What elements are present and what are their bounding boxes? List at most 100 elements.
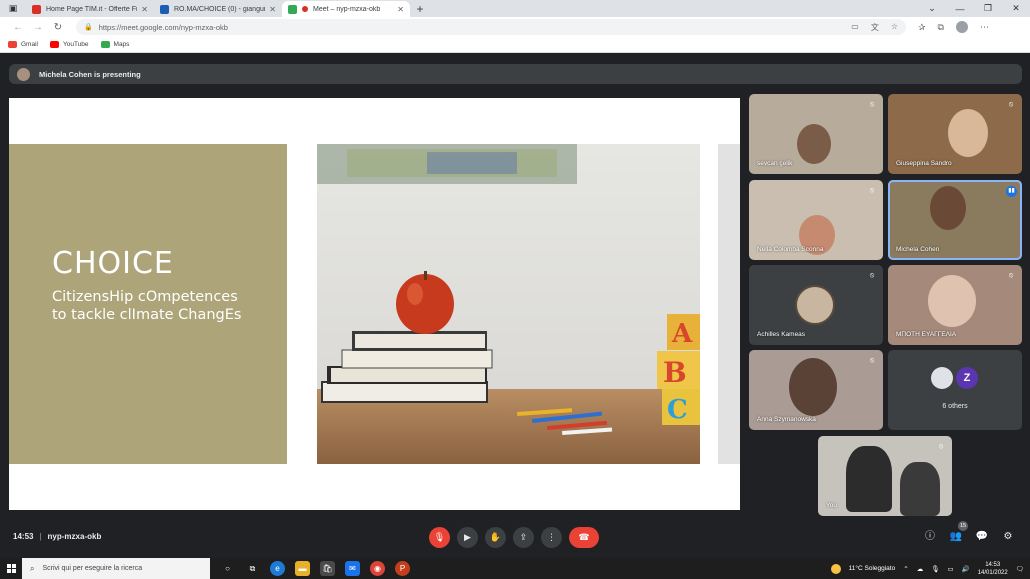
taskbar-search[interactable]: ⌕ Scrivi qui per eseguire la ricerca [22, 558, 210, 579]
reload-icon[interactable]: ↻ [48, 22, 68, 33]
weather-sun-icon[interactable] [830, 563, 841, 574]
tab-roma-choice[interactable]: RO.MA/CHOICE (0) - gianguido ✕ [154, 1, 282, 17]
forward-icon[interactable]: → [28, 22, 48, 33]
maximize-icon[interactable]: ❐ [974, 3, 1002, 14]
task-view-icon[interactable]: ⧉ [245, 561, 260, 576]
participant-tile-michela[interactable]: ▮▮ Michela Cohen [888, 180, 1022, 260]
people-icon[interactable]: 👥 [949, 530, 963, 544]
participant-video [930, 186, 966, 230]
meeting-info-icon[interactable]: ⓘ [923, 530, 937, 544]
more-menu-icon[interactable]: ⋯ [980, 22, 989, 33]
mic-off-icon: ⦸ [869, 101, 875, 108]
back-icon[interactable]: ← [8, 22, 28, 33]
participant-video [789, 358, 837, 416]
browser-toolbar: ← → ↻ 🔒 https://meet.google.com/nyp-mzxa… [0, 17, 1030, 37]
camera-toggle-button[interactable]: ▶ [457, 527, 478, 548]
chevron-down-icon[interactable]: ⌄ [918, 3, 946, 14]
chevron-up-icon[interactable]: ⌃ [903, 565, 908, 573]
participant-name: Michela Cohen [896, 246, 940, 253]
tab-meet[interactable]: Meet – nyp-mzxa-okb ✕ [282, 1, 410, 17]
translate-icon[interactable]: 文 [871, 22, 879, 33]
close-icon[interactable]: ✕ [1002, 3, 1030, 14]
mail-icon[interactable]: ✉ [345, 561, 360, 576]
store-icon[interactable]: 🛍 [320, 561, 335, 576]
new-tab-button[interactable]: + [410, 1, 430, 17]
powerpoint-icon[interactable]: P [395, 561, 410, 576]
bookmark-youtube[interactable]: YouTube [49, 41, 89, 48]
microphone-toggle-button[interactable]: 🎙 [429, 527, 450, 548]
raise-hand-button[interactable]: ✋ [485, 527, 506, 548]
collections-icon[interactable]: ⧉ [938, 22, 944, 33]
bookmarks-bar: Gmail YouTube Maps [0, 37, 1030, 53]
slide-title: CHOICE [52, 246, 174, 281]
participant-tile-sevcan[interactable]: ⦸ sevcan çelik [749, 94, 883, 174]
others-count-label: 6 others [942, 403, 968, 410]
recording-dot-icon [302, 6, 308, 12]
clock[interactable]: 14:53 14/01/2022 [978, 561, 1008, 577]
tab-close-icon[interactable]: ✕ [141, 5, 148, 14]
minimize-icon[interactable]: — [946, 4, 974, 14]
file-explorer-icon[interactable]: ▬ [295, 561, 310, 576]
weather-text[interactable]: 11°C Soleggiato [849, 565, 896, 572]
browser-tab-bar: ▣ Home Page TIM.it - Offerte Fibra ✕ RO.… [0, 0, 1030, 17]
start-button[interactable] [0, 558, 22, 579]
address-bar[interactable]: 🔒 https://meet.google.com/nyp-mzxa-okb ▭… [76, 19, 906, 35]
self-name: You [826, 502, 837, 509]
participant-name: Anna Szymanowska [757, 416, 816, 423]
cloud-icon[interactable]: ☁ [917, 565, 924, 573]
favorites-icon[interactable]: ✰ [918, 22, 926, 33]
notifications-icon[interactable]: 🗨 [1016, 565, 1024, 573]
cortana-icon[interactable]: ○ [220, 561, 235, 576]
camera-permission-icon[interactable]: ▭ [851, 22, 859, 33]
separator: | [39, 532, 42, 541]
chat-icon[interactable]: 💬 [975, 530, 989, 544]
bookmark-star-icon[interactable]: ☆ [891, 22, 898, 33]
window-menu-icon[interactable]: ▣ [0, 0, 26, 17]
participant-name: Achilles Kameas [757, 331, 806, 338]
bookmark-maps[interactable]: Maps [100, 41, 129, 48]
participant-name: sevcan çelik [757, 160, 793, 167]
tab-label: RO.MA/CHOICE (0) - gianguido [174, 5, 266, 13]
slide-photo-apple-books: A B C [317, 144, 700, 464]
edge-icon[interactable]: e [270, 561, 285, 576]
microphone-tray-icon[interactable]: 🎙 [931, 565, 939, 573]
clock-time: 14:53 [985, 561, 1001, 568]
speaking-indicator-icon: ▮▮ [1006, 186, 1017, 197]
participant-tile-anna[interactable]: ⦸ Anna Szymanowska [749, 350, 883, 430]
tab-tim[interactable]: Home Page TIM.it - Offerte Fibra ✕ [26, 1, 154, 17]
self-view-tile[interactable]: ⦸ You [818, 436, 952, 516]
more-options-button[interactable]: ⋮ [541, 527, 562, 548]
participant-tile-giuseppina[interactable]: ⦸ Giuseppina Sandro [888, 94, 1022, 174]
leave-call-button[interactable]: ☎ [569, 527, 599, 548]
chrome-icon[interactable]: ◉ [370, 561, 385, 576]
next-slide-strip [718, 144, 740, 464]
participant-video [928, 275, 976, 327]
windows-logo-icon [6, 564, 16, 573]
participant-tile-others[interactable]: Z 6 others [888, 350, 1022, 430]
apple-books-illustration: A B C [317, 144, 700, 464]
tab-close-icon[interactable]: ✕ [397, 5, 404, 14]
lock-icon[interactable]: 🔒 [84, 23, 93, 31]
participant-name: Giuseppina Sandro [896, 160, 952, 167]
profile-avatar[interactable] [955, 21, 968, 33]
participant-tile-nella[interactable]: ⦸ Nella Colomba Sconna [749, 180, 883, 260]
windows-taskbar: ⌕ Scrivi qui per eseguire la ricerca ○ ⧉… [0, 558, 1030, 579]
slide-subtitle: CitizensHip cOmpetences to tackle clImat… [52, 289, 242, 323]
tab-close-icon[interactable]: ✕ [269, 5, 276, 14]
window-controls: ⌄ — ❐ ✕ [918, 0, 1030, 17]
bookmark-gmail[interactable]: Gmail [8, 41, 38, 48]
participant-tile-achilles[interactable]: ⦸ Achilles Kameas [749, 265, 883, 345]
address-text: https://meet.google.com/nyp-mzxa-okb [98, 22, 228, 32]
system-tray: 11°C Soleggiato ⌃ ☁ 🎙 ▭ 🔊 14:53 14/01/20… [830, 561, 1030, 577]
mic-off-icon: ⦸ [869, 357, 875, 364]
activities-icon[interactable]: ⚙ [1001, 530, 1015, 544]
participant-tile-boti[interactable]: ⦸ ΜΠΟΤΗ ΕΥΑΓΓΕΛΙΑ [888, 265, 1022, 345]
present-screen-button[interactable]: ⇪ [513, 527, 534, 548]
taskbar-search-placeholder: Scrivi qui per eseguire la ricerca [42, 565, 143, 572]
participant-video [797, 124, 831, 164]
mic-off-icon: ⦸ [869, 187, 875, 194]
network-icon[interactable]: ▭ [947, 565, 953, 573]
meeting-time: 14:53 [13, 532, 34, 541]
mail-favicon-icon [160, 4, 169, 14]
volume-icon[interactable]: 🔊 [962, 565, 970, 573]
